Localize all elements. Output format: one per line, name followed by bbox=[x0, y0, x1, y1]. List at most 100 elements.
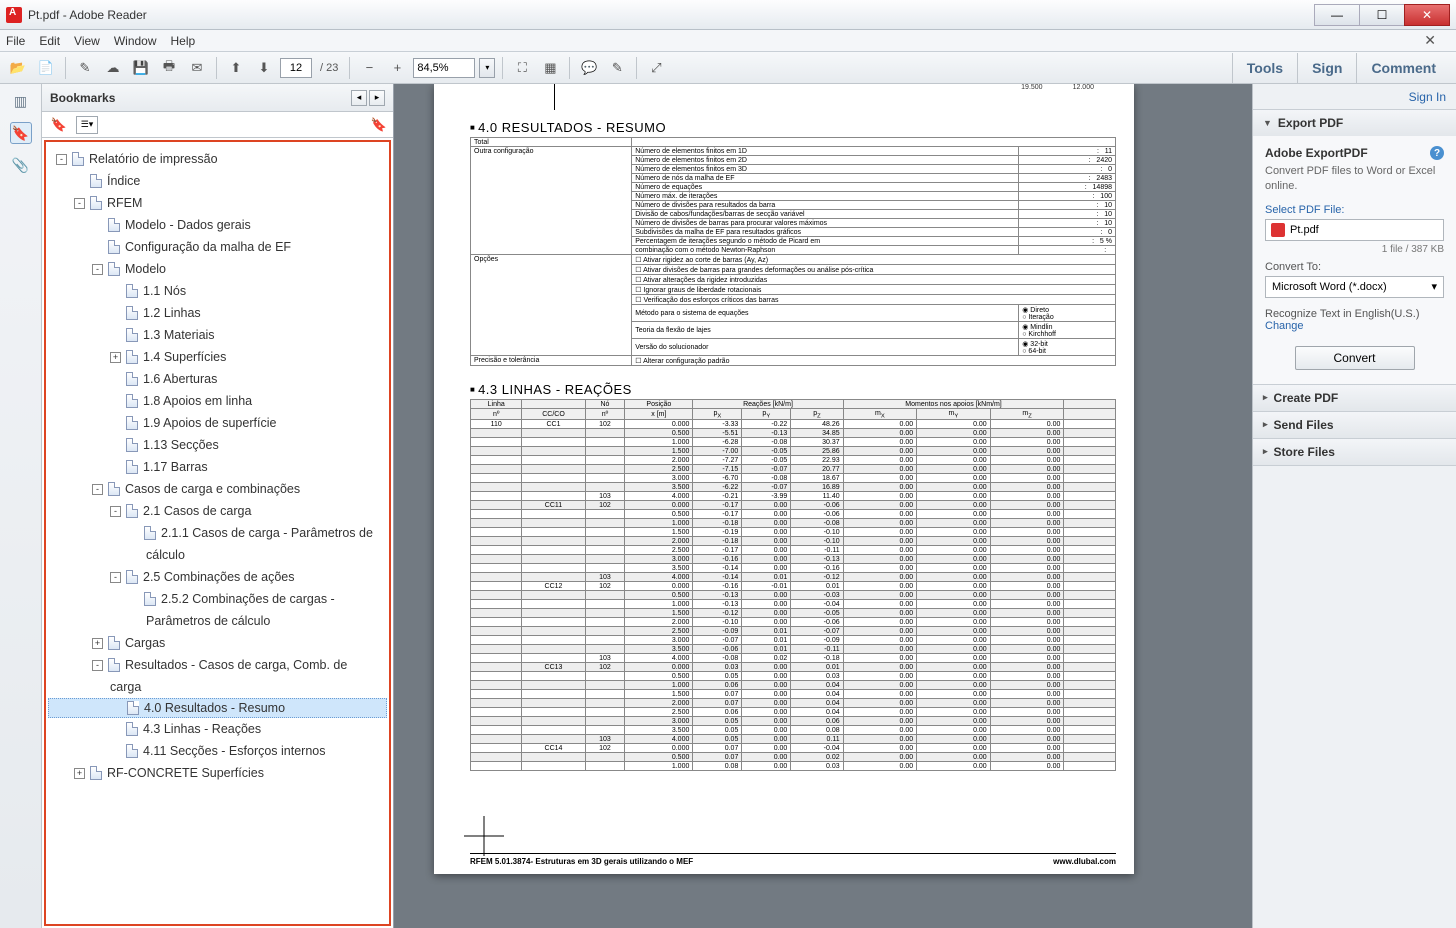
minimize-button[interactable]: — bbox=[1314, 4, 1360, 26]
file-info: 1 file / 387 KB bbox=[1265, 244, 1444, 255]
menu-edit[interactable]: Edit bbox=[39, 34, 60, 48]
bookmark-item[interactable]: 1.6 Aberturas bbox=[48, 368, 387, 390]
bookmark-item[interactable]: -Resultados - Casos de carga, Comb. de bbox=[48, 654, 387, 676]
selected-file[interactable]: Pt.pdf bbox=[1265, 219, 1444, 241]
collapse-icon[interactable]: - bbox=[110, 506, 121, 517]
expand-icon[interactable]: + bbox=[74, 768, 85, 779]
bookmark-item[interactable]: 2.1.1 Casos de carga - Parâmetros de bbox=[48, 522, 387, 544]
comment-tab[interactable]: Comment bbox=[1356, 53, 1450, 83]
zoom-value[interactable]: 84,5% bbox=[413, 58, 475, 78]
bookmark-item[interactable]: 1.1 Nós bbox=[48, 280, 387, 302]
bookmark-item[interactable]: 1.13 Secções bbox=[48, 434, 387, 456]
bookmark-item[interactable]: cálculo bbox=[48, 544, 387, 566]
bookmark-item[interactable]: carga bbox=[48, 676, 387, 698]
bookmark-item[interactable]: -Casos de carga e combinações bbox=[48, 478, 387, 500]
bookmark-item[interactable]: -RFEM bbox=[48, 192, 387, 214]
maximize-button[interactable]: ☐ bbox=[1359, 4, 1405, 26]
bookmark-item[interactable]: Configuração da malha de EF bbox=[48, 236, 387, 258]
bookmarks-icon[interactable]: 🔖 bbox=[10, 122, 32, 144]
bookmarks-next-icon[interactable]: ▸ bbox=[369, 90, 385, 106]
bookmark-item[interactable]: Índice bbox=[48, 170, 387, 192]
bookmarks-find-icon[interactable]: 🔖 bbox=[371, 117, 387, 133]
sign-tab[interactable]: Sign bbox=[1297, 53, 1356, 83]
document-view[interactable]: 19.50012.000 4.0 RESULTADOS - RESUMO Tot… bbox=[394, 84, 1252, 928]
collapse-icon[interactable]: - bbox=[56, 154, 67, 165]
expand-icon[interactable]: + bbox=[92, 638, 103, 649]
zoom-in-icon[interactable]: + bbox=[385, 56, 409, 80]
page-input[interactable] bbox=[280, 58, 312, 78]
page-icon bbox=[125, 722, 139, 736]
mail-icon[interactable]: ✉ bbox=[185, 56, 209, 80]
bookmark-item[interactable]: +Cargas bbox=[48, 632, 387, 654]
change-language-link[interactable]: Change bbox=[1265, 320, 1304, 332]
bookmark-label: Configuração da malha de EF bbox=[125, 240, 291, 254]
cloud-icon[interactable]: ☁ bbox=[101, 56, 125, 80]
collapse-icon[interactable]: - bbox=[92, 660, 103, 671]
save-icon[interactable]: 💾 bbox=[129, 56, 153, 80]
edit-icon[interactable]: ✎ bbox=[73, 56, 97, 80]
bookmark-item[interactable]: 1.3 Materiais bbox=[48, 324, 387, 346]
help-icon[interactable]: ? bbox=[1430, 146, 1444, 160]
fullscreen-icon[interactable]: ⤢ bbox=[644, 56, 668, 80]
bookmarks-prev-icon[interactable]: ◂ bbox=[351, 90, 367, 106]
document-close-icon[interactable]: ✕ bbox=[1424, 32, 1436, 49]
sign-in-link[interactable]: Sign In bbox=[1409, 90, 1446, 104]
page-total: / 23 bbox=[320, 62, 338, 74]
menu-help[interactable]: Help bbox=[171, 34, 196, 48]
bookmark-item[interactable]: 2.5.2 Combinações de cargas - bbox=[48, 588, 387, 610]
bookmark-item[interactable]: -Modelo bbox=[48, 258, 387, 280]
create-pdf-header[interactable]: ▸Create PDF bbox=[1253, 385, 1456, 411]
fit-icon[interactable]: ⛶ bbox=[510, 56, 534, 80]
bookmarks-options-icon[interactable]: ☰▾ bbox=[76, 116, 98, 134]
bookmark-item[interactable]: Modelo - Dados gerais bbox=[48, 214, 387, 236]
thumbnails-icon[interactable]: ▥ bbox=[10, 90, 32, 112]
close-button[interactable]: ✕ bbox=[1404, 4, 1450, 26]
page-up-icon[interactable]: ⬆ bbox=[224, 56, 248, 80]
print-icon[interactable]: 🖶 bbox=[157, 56, 181, 80]
highlight-icon[interactable]: ✎ bbox=[605, 56, 629, 80]
bookmarks-tree[interactable]: -Relatório de impressão Índice -RFEMModelo… bbox=[44, 140, 391, 926]
expand-icon[interactable]: + bbox=[110, 352, 121, 363]
bookmark-label: 4.11 Secções - Esforços internos bbox=[143, 744, 326, 758]
comment-bubble-icon[interactable]: 💬 bbox=[577, 56, 601, 80]
attachments-icon[interactable]: 📎 bbox=[10, 154, 32, 176]
send-files-header[interactable]: ▸Send Files bbox=[1253, 412, 1456, 438]
bookmark-item[interactable]: -2.1 Casos de carga bbox=[48, 500, 387, 522]
create-pdf-icon[interactable]: 📄 bbox=[34, 56, 58, 80]
collapse-icon[interactable]: - bbox=[110, 572, 121, 583]
bookmark-item[interactable]: +1.4 Superfícies bbox=[48, 346, 387, 368]
page-icon bbox=[107, 482, 121, 496]
zoom-dropdown-icon[interactable]: ▾ bbox=[479, 58, 495, 78]
menu-view[interactable]: View bbox=[74, 34, 100, 48]
bookmark-label: Índice bbox=[107, 174, 140, 188]
page-down-icon[interactable]: ⬇ bbox=[252, 56, 276, 80]
bookmark-item[interactable]: 1.9 Apoios de superfície bbox=[48, 412, 387, 434]
page-icon bbox=[125, 570, 139, 584]
store-files-header[interactable]: ▸Store Files bbox=[1253, 439, 1456, 465]
collapse-icon[interactable]: - bbox=[74, 198, 85, 209]
bookmark-item[interactable]: +RF-CONCRETE Superfícies bbox=[48, 762, 387, 784]
menu-file[interactable]: File bbox=[6, 34, 25, 48]
bookmark-item[interactable]: 1.17 Barras bbox=[48, 456, 387, 478]
collapse-icon[interactable]: - bbox=[92, 484, 103, 495]
page-layout-icon[interactable]: ▦ bbox=[538, 56, 562, 80]
bookmark-item[interactable]: Parâmetros de cálculo bbox=[48, 610, 387, 632]
collapse-icon[interactable]: - bbox=[92, 264, 103, 275]
convert-to-select[interactable]: Microsoft Word (*.docx)▾ bbox=[1265, 276, 1444, 298]
toolbar: 📂 📄 ✎ ☁ 💾 🖶 ✉ ⬆ ⬇ / 23 − + 84,5% ▾ ⛶ ▦ 💬… bbox=[0, 52, 1456, 84]
export-pdf-header[interactable]: ▼Export PDF bbox=[1253, 110, 1456, 136]
bookmark-item[interactable]: 4.3 Linhas - Reações bbox=[48, 718, 387, 740]
bookmark-item[interactable]: 4.11 Secções - Esforços internos bbox=[48, 740, 387, 762]
bookmark-item[interactable]: -Relatório de impressão bbox=[48, 148, 387, 170]
bookmark-item[interactable]: -2.5 Combinações de ações bbox=[48, 566, 387, 588]
open-icon[interactable]: 📂 bbox=[6, 56, 30, 80]
bookmark-item[interactable]: 4.0 Resultados - Resumo bbox=[48, 698, 387, 718]
bookmark-item[interactable]: 1.8 Apoios em linha bbox=[48, 390, 387, 412]
convert-button[interactable]: Convert bbox=[1295, 346, 1415, 370]
menu-window[interactable]: Window bbox=[114, 34, 157, 48]
zoom-out-icon[interactable]: − bbox=[357, 56, 381, 80]
bookmark-item[interactable]: 1.2 Linhas bbox=[48, 302, 387, 324]
page-icon bbox=[125, 372, 139, 386]
tools-tab[interactable]: Tools bbox=[1232, 53, 1297, 83]
bookmark-label: 4.3 Linhas - Reações bbox=[143, 722, 261, 736]
